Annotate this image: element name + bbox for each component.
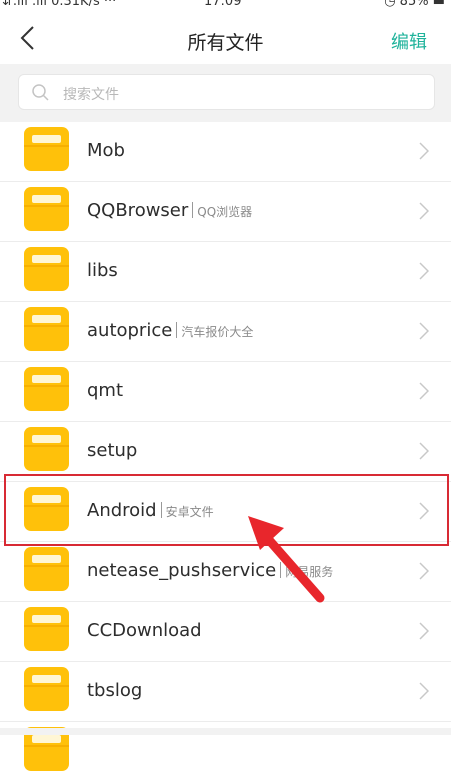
folder-name: setup	[87, 440, 138, 461]
folder-name: qmt	[87, 380, 124, 401]
folder-name: CCDownload	[87, 620, 202, 641]
chevron-right-icon	[419, 622, 429, 640]
divider	[160, 502, 162, 518]
divider	[176, 322, 178, 338]
folder-description: 安卓文件	[165, 505, 214, 519]
folder-icon	[24, 307, 69, 351]
page-title: 所有文件	[187, 32, 264, 54]
file-list: Mob QQBrowser QQ浏览器 libs autoprice 汽车报价大全 …	[0, 122, 451, 782]
chevron-right-icon	[419, 142, 429, 160]
status-bar: ⇵.ııl .ııl 0.31K/s ··· 17:09 ◷ 85% ▬	[0, 0, 451, 12]
folder-icon	[24, 427, 69, 471]
chevron-right-icon	[419, 262, 429, 280]
folder-icon	[24, 487, 69, 531]
edit-button[interactable]: 编辑	[391, 28, 427, 54]
chevron-right-icon	[419, 382, 429, 400]
folder-icon	[24, 547, 69, 591]
chevron-right-icon	[419, 202, 429, 220]
folder-row-tbslog[interactable]: tbslog	[0, 662, 451, 722]
clock: 17:09	[204, 0, 242, 9]
chevron-right-icon	[419, 502, 429, 520]
folder-row-setup[interactable]: setup	[0, 422, 451, 482]
folder-name: tbslog	[87, 680, 143, 701]
chevron-right-icon	[419, 442, 429, 460]
folder-description: QQ浏览器	[197, 205, 253, 219]
chevron-left-icon	[20, 26, 34, 50]
chevron-right-icon	[419, 322, 429, 340]
search-placeholder: 搜索文件	[63, 87, 119, 103]
folder-icon	[24, 127, 69, 171]
folder-name: Android	[87, 500, 157, 521]
folder-icon	[24, 247, 69, 291]
folder-name: QQBrowser	[87, 200, 189, 221]
folder-name: Mob	[87, 140, 125, 161]
folder-row-qmt[interactable]: qmt	[0, 362, 451, 422]
folder-description: 汽车报价大全	[181, 325, 254, 339]
divider	[192, 202, 194, 218]
folder-icon	[24, 667, 69, 711]
folder-row-libs[interactable]: libs	[0, 242, 451, 302]
search-input[interactable]: 搜索文件	[18, 74, 435, 110]
folder-row-autoprice[interactable]: autoprice 汽车报价大全	[0, 302, 451, 362]
folder-icon	[24, 367, 69, 411]
folder-name: autoprice	[87, 320, 173, 341]
back-button[interactable]	[18, 25, 40, 51]
chevron-right-icon	[419, 682, 429, 700]
nav-bar: 所有文件 编辑	[0, 12, 451, 64]
bottom-edge	[0, 728, 451, 735]
folder-icon	[24, 187, 69, 231]
folder-row-ccdownload[interactable]: CCDownload	[0, 602, 451, 662]
search-icon	[32, 84, 49, 101]
folder-row-qqbrowser[interactable]: QQBrowser QQ浏览器	[0, 182, 451, 242]
folder-row-mob[interactable]: Mob	[0, 122, 451, 182]
search-area: 搜索文件	[0, 64, 451, 122]
folder-row-netease-pushservice[interactable]: netease_pushservice 网易服务	[0, 542, 451, 602]
signal-network-status: ⇵.ııl .ııl 0.31K/s ···	[2, 0, 117, 9]
battery-status: ◷ 85% ▬	[384, 0, 445, 9]
chevron-right-icon	[419, 562, 429, 580]
red-arrow-annotation	[248, 516, 325, 603]
folder-row-android[interactable]: Android 安卓文件	[0, 482, 451, 542]
folder-name: libs	[87, 260, 118, 281]
folder-icon	[24, 607, 69, 651]
